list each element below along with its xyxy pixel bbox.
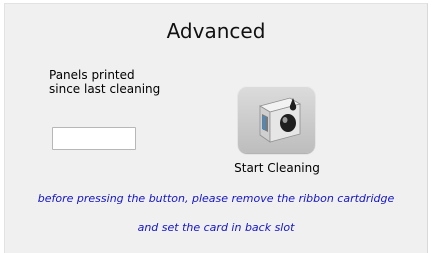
instruction-line-1: before pressing the button, please remov… [37,192,395,205]
panels-printed-label-line2: since last cleaning [49,82,161,96]
start-cleaning-button[interactable] [238,86,315,153]
panel-title: Advanced [166,19,266,43]
panels-printed-label: Panels printed since last cleaning [49,68,179,96]
printer-cleaning-icon [258,97,302,143]
panels-printed-field[interactable] [52,127,136,150]
panels-printed-label-line1: Panels printed [49,68,135,82]
start-cleaning-label: Start Cleaning [234,161,320,175]
instruction-line-2: and set the card in back slot [137,221,295,234]
dialog-frame: Advanced Panels printed since last clean… [0,0,432,253]
